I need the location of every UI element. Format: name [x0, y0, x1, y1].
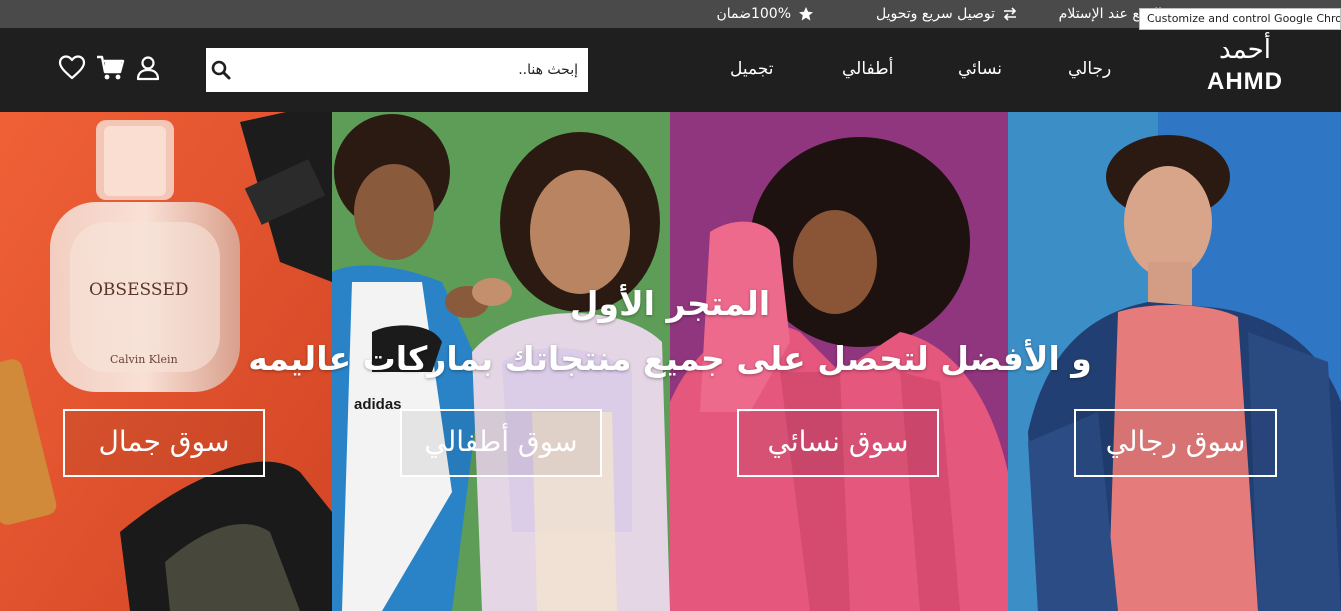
top-info-bar: الدفع عند الإستلام توصيل سريع وتحويل 100… [0, 0, 1341, 30]
category-button-kids[interactable]: سوق أطفالي [400, 409, 602, 477]
nav-men[interactable]: رجالي [1068, 59, 1111, 79]
star-icon [798, 6, 814, 22]
exchange-arrows-icon [1002, 7, 1018, 21]
nav-kids[interactable]: أطفالي [842, 59, 893, 79]
search-box [206, 48, 588, 92]
site-header: أحمد AHMD رجالي نسائي أطفالي تجميل [0, 28, 1341, 112]
hero-banner: OBSESSED Calvin Klein سوق جمال adidas سو… [0, 112, 1341, 611]
cart-icon[interactable] [96, 54, 125, 82]
category-button-women[interactable]: سوق نسائي [737, 409, 939, 477]
heart-icon[interactable] [58, 54, 86, 82]
user-icon[interactable] [134, 54, 162, 82]
perk-label: 100%ضمان [716, 6, 791, 22]
perk-guarantee: 100%ضمان [716, 0, 814, 28]
category-button-beauty[interactable]: سوق جمال [63, 409, 265, 477]
logo-english: AHMD [1207, 68, 1283, 95]
browser-tooltip: Customize and control Google Chrome [1139, 8, 1341, 30]
perfume-maker-text: Calvin Klein [110, 353, 178, 366]
search-input[interactable] [246, 48, 586, 92]
hero-headline: المتجر الأول [569, 284, 771, 323]
nav-beauty[interactable]: تجميل [730, 59, 774, 79]
site-logo[interactable]: أحمد AHMD [1190, 34, 1300, 98]
perk-label: توصيل سريع وتحويل [876, 6, 995, 22]
tee-brand-text: adidas [354, 396, 402, 413]
logo-arabic: أحمد [1219, 35, 1271, 65]
perk-fast-delivery: توصيل سريع وتحويل [876, 0, 1018, 28]
category-button-men[interactable]: سوق رجالي [1074, 409, 1277, 477]
nav-women[interactable]: نسائي [958, 59, 1002, 79]
perfume-brand-text: OBSESSED [89, 280, 189, 300]
hero-subheadline: و الأفضل لتحصل على جميع منتجاتك بماركات … [248, 339, 1092, 378]
search-icon[interactable] [210, 59, 232, 81]
